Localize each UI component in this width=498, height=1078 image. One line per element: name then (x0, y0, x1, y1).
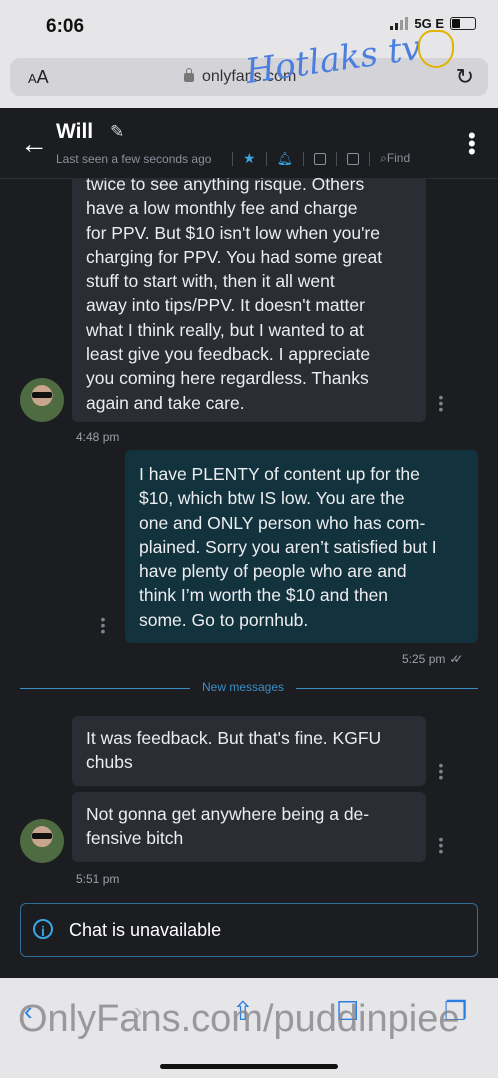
status-icons: 5G E (390, 16, 476, 31)
message-line: twice to see anything risque. Others (86, 178, 365, 194)
message-line: I have PLENTY of content up for the (139, 464, 420, 484)
message-line: fensive bitch (86, 828, 184, 849)
message-line: $10, which btw IS low. You are the (139, 488, 405, 509)
notes-icon[interactable] (314, 152, 327, 165)
home-indicator (160, 1064, 338, 1069)
message-line: Not gonna get anywhere being a de- (86, 804, 370, 824)
clock: 6:06 (46, 16, 85, 37)
back-arrow-icon[interactable]: ← (20, 128, 48, 160)
message-options-icon[interactable]: • • • (438, 758, 444, 784)
new-messages-label: New messages (190, 680, 297, 694)
divider (232, 151, 233, 166)
divider (265, 151, 267, 166)
pencil-icon[interactable]: ✎ (110, 122, 124, 142)
gallery-icon[interactable] (347, 152, 360, 165)
lock-icon (184, 68, 194, 82)
message-line: again and take care. (86, 392, 245, 413)
read-receipt-icon: ✓✓ (449, 652, 463, 666)
message-line: some. Go to pornhub. (139, 609, 309, 630)
message-line: It was feedback. But that's fine. KGFU (86, 728, 382, 748)
message-line: charging for PPV. You had some great (86, 246, 383, 267)
chat-unavailable-notice: i Chat is unavailable (20, 903, 478, 957)
header-actions: ★ 🔔︎ ⌕Find (232, 150, 410, 167)
last-seen-status: Last seen a few seconds ago (56, 152, 212, 166)
message-line: one and ONLY person who has com- (139, 512, 426, 533)
message-line: think I’m worth the $10 and then (139, 585, 389, 606)
signal-icon (390, 17, 409, 30)
message-line: for PPV. But $10 isn't low when you're (86, 222, 380, 243)
message-line: stuff to start with, then it all went (86, 271, 335, 292)
message-options-icon[interactable]: • • • (438, 832, 444, 858)
chat-unavailable-text: Chat is unavailable (69, 920, 222, 940)
chat-header: ← Will ✎ Last seen a few seconds ago ★ 🔔… (0, 108, 498, 179)
message-line: away into tips/PPV. It doesn't matter (86, 295, 365, 316)
star-icon[interactable]: ★ (243, 150, 256, 167)
incoming-message-bubble[interactable]: It was feedback. But that's fine. KGFU c… (72, 716, 426, 786)
message-line: what I think really, but I wanted to at (86, 319, 364, 340)
message-timestamp: 5:25 pm ✓✓ (402, 652, 464, 666)
text-size-button[interactable]: AA (28, 67, 49, 88)
reload-icon[interactable]: ↻ (456, 64, 474, 90)
divider (369, 151, 371, 166)
message-options-icon[interactable]: • • • (438, 390, 444, 416)
timestamp-text: 5:25 pm (402, 652, 446, 666)
message-list[interactable]: twice to see anything risque. Others hav… (0, 178, 498, 978)
contact-name[interactable]: Will (56, 120, 93, 144)
message-timestamp: 5:51 pm (76, 872, 120, 886)
find-label: Find (386, 151, 411, 165)
network-type: 5G E (414, 16, 444, 31)
info-icon: i (33, 919, 53, 939)
message-line: have a low monthly fee and charge (86, 198, 358, 219)
message-line: chubs (86, 752, 133, 773)
find-button[interactable]: ⌕Find (380, 151, 410, 166)
incoming-message-bubble[interactable]: Not gonna get anywhere being a de- fensi… (72, 792, 426, 862)
bottom-watermark: OnlyFans.com/puddinpiee (18, 998, 460, 1040)
message-line: plained. Sorry you aren’t satisfied but … (139, 536, 437, 557)
more-options-icon[interactable]: • • • (468, 125, 476, 163)
battery-icon (450, 17, 476, 30)
divider (303, 151, 305, 166)
message-line: least give you feedback. I appreciate (86, 344, 371, 365)
message-timestamp: 4:48 pm (76, 430, 120, 444)
message-line: you coming here regardless. Thanks (86, 368, 369, 389)
message-options-icon[interactable]: • • • (100, 612, 106, 638)
avatar[interactable] (20, 378, 64, 422)
crown-watermark-icon (418, 30, 454, 68)
message-line: have plenty of people who are and (139, 561, 407, 582)
avatar[interactable] (20, 819, 64, 863)
bell-icon[interactable]: 🔔︎ (277, 151, 294, 167)
incoming-message-bubble[interactable]: twice to see anything risque. Others hav… (72, 178, 426, 422)
outgoing-message-bubble[interactable]: I have PLENTY of content up for the $10,… (125, 450, 478, 643)
divider (336, 151, 338, 166)
